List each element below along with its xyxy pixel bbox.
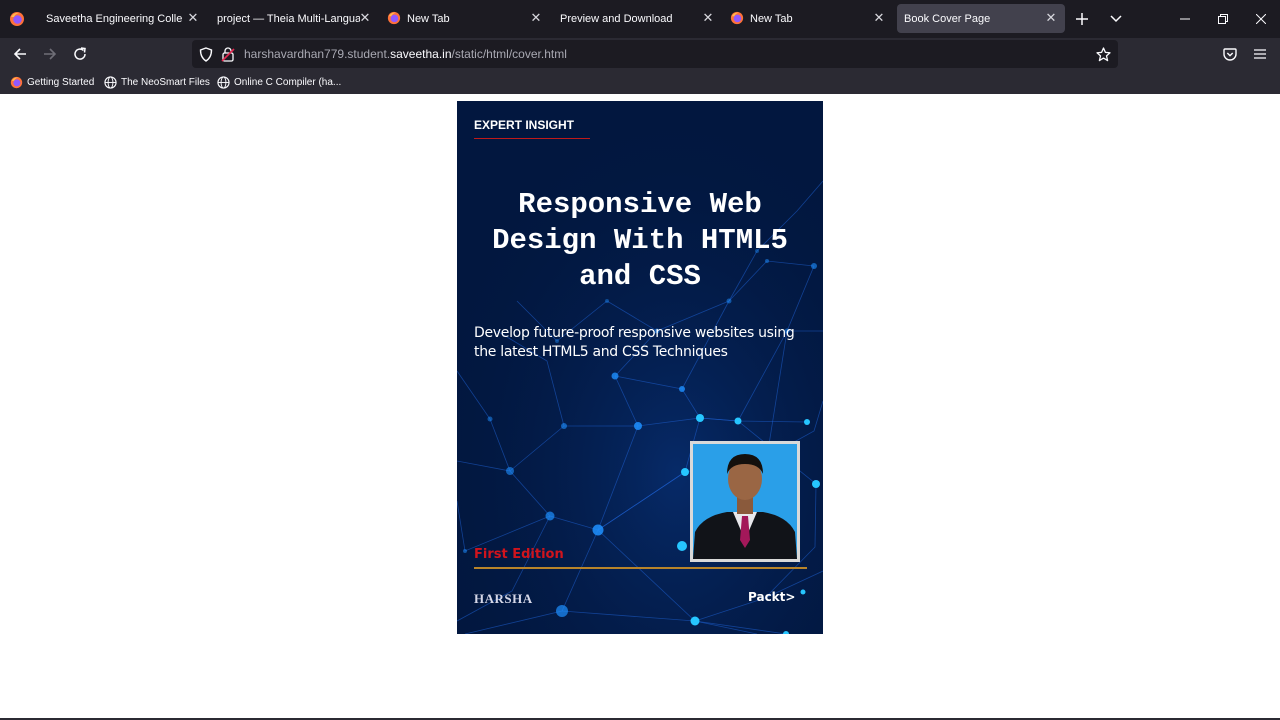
reload-icon bbox=[74, 47, 86, 60]
close-icon bbox=[1256, 14, 1266, 24]
globe-icon bbox=[104, 75, 117, 89]
book-title-line: Design With HTML5 bbox=[492, 224, 788, 257]
close-icon[interactable]: ✕ bbox=[1043, 10, 1059, 26]
url-text[interactable]: harshavardhan779.student.saveetha.in/sta… bbox=[244, 47, 567, 61]
chevron-down-icon bbox=[1110, 15, 1122, 23]
close-icon[interactable]: ✕ bbox=[357, 10, 373, 26]
restore-button[interactable] bbox=[1204, 0, 1242, 38]
star-icon bbox=[1095, 46, 1111, 61]
hamburger-menu-icon bbox=[1254, 49, 1266, 59]
close-icon[interactable]: ✕ bbox=[185, 10, 201, 26]
url-prefix: harshavardhan779.student. bbox=[244, 47, 391, 61]
author-portrait bbox=[693, 444, 797, 559]
author-photo bbox=[690, 441, 800, 562]
close-window-button[interactable] bbox=[1242, 0, 1280, 38]
edition-rule bbox=[474, 567, 807, 569]
edition-label: First Edition bbox=[474, 547, 564, 562]
book-title-line: and CSS bbox=[579, 260, 701, 293]
pocket-button[interactable] bbox=[1217, 41, 1243, 67]
address-bar[interactable]: harshavardhan779.student.saveetha.in/sta… bbox=[192, 40, 1118, 68]
close-icon[interactable]: ✕ bbox=[528, 10, 544, 26]
url-path: /static/html/cover.html bbox=[451, 47, 567, 61]
bookmark-label: Getting Started bbox=[27, 76, 95, 88]
tab-new-tab[interactable]: New Tab ✕ bbox=[380, 4, 547, 33]
lock-warning-icon bbox=[221, 46, 235, 62]
bookmark-label: Online C Compiler (ha... bbox=[234, 76, 342, 88]
forward-button[interactable] bbox=[37, 41, 63, 67]
new-tab-button[interactable] bbox=[1069, 6, 1095, 32]
globe-icon bbox=[217, 75, 230, 89]
tab-preview-download[interactable]: Preview and Download ✕ bbox=[551, 4, 718, 33]
arrow-left-icon bbox=[13, 48, 26, 60]
url-host: saveetha.in bbox=[390, 47, 452, 61]
back-button[interactable] bbox=[7, 41, 33, 67]
close-icon[interactable]: ✕ bbox=[871, 10, 887, 26]
tab-book-cover[interactable]: Book Cover Page ✕ bbox=[897, 4, 1065, 33]
bookmark-neosmart-files[interactable]: The NeoSmart Files bbox=[104, 75, 210, 89]
series-label: EXPERT INSIGHT bbox=[474, 118, 575, 132]
arrow-right-icon bbox=[44, 48, 57, 60]
close-icon[interactable]: ✕ bbox=[700, 10, 716, 26]
book-subtitle: Develop future-proof responsive websites… bbox=[474, 325, 795, 360]
firefox-icon bbox=[387, 11, 401, 25]
shield-icon bbox=[199, 46, 213, 62]
minimize-icon bbox=[1180, 18, 1190, 20]
tab-label: New Tab bbox=[750, 13, 793, 25]
firefox-icon[interactable] bbox=[9, 11, 25, 27]
tracking-protection-button[interactable] bbox=[198, 46, 214, 62]
book-title-line: Responsive Web bbox=[518, 188, 762, 221]
app-menu-button[interactable] bbox=[1247, 41, 1273, 67]
bookmark-label: The NeoSmart Files bbox=[121, 76, 210, 88]
firefox-icon bbox=[10, 76, 23, 88]
bookmark-getting-started[interactable]: Getting Started bbox=[10, 75, 94, 89]
bookmark-online-c-compiler[interactable]: Online C Compiler (ha... bbox=[217, 75, 341, 89]
tab-label: New Tab bbox=[407, 13, 450, 25]
author-name: HARSHA bbox=[474, 591, 533, 606]
list-all-tabs-button[interactable] bbox=[1103, 6, 1129, 32]
pocket-icon bbox=[1223, 47, 1237, 61]
tab-strip: Saveetha Engineering College ✕ project —… bbox=[0, 0, 1280, 38]
book-title: Responsive Web Design With HTML5 and CSS bbox=[457, 187, 823, 295]
plus-icon bbox=[1076, 13, 1088, 25]
tab-label: Preview and Download bbox=[560, 13, 673, 25]
navigation-toolbar: harshavardhan779.student.saveetha.in/sta… bbox=[0, 38, 1280, 70]
tab-new-tab-2[interactable]: New Tab ✕ bbox=[723, 4, 890, 33]
restore-icon bbox=[1218, 14, 1228, 24]
tab-theia-project[interactable]: project — Theia Multi-Language ✕ bbox=[208, 4, 375, 33]
tab-saveetha[interactable]: Saveetha Engineering College ✕ bbox=[37, 4, 204, 33]
tab-label: Book Cover Page bbox=[904, 13, 991, 25]
book-cover: EXPERT INSIGHT Responsive Web Design Wit… bbox=[457, 101, 823, 634]
series-underline bbox=[474, 138, 590, 139]
tab-label: Saveetha Engineering College bbox=[46, 13, 182, 25]
minimize-button[interactable] bbox=[1166, 0, 1204, 38]
reload-button[interactable] bbox=[67, 41, 93, 67]
site-info-button[interactable] bbox=[220, 46, 236, 62]
bookmarks-toolbar: Getting Started The NeoSmart Files Onlin… bbox=[0, 70, 1280, 94]
page-content: EXPERT INSIGHT Responsive Web Design Wit… bbox=[0, 94, 1280, 718]
publisher-logo: Packt> bbox=[748, 590, 796, 604]
bookmark-star-button[interactable] bbox=[1095, 46, 1111, 62]
tab-label: project — Theia Multi-Language bbox=[217, 13, 360, 25]
firefox-icon bbox=[730, 11, 744, 25]
